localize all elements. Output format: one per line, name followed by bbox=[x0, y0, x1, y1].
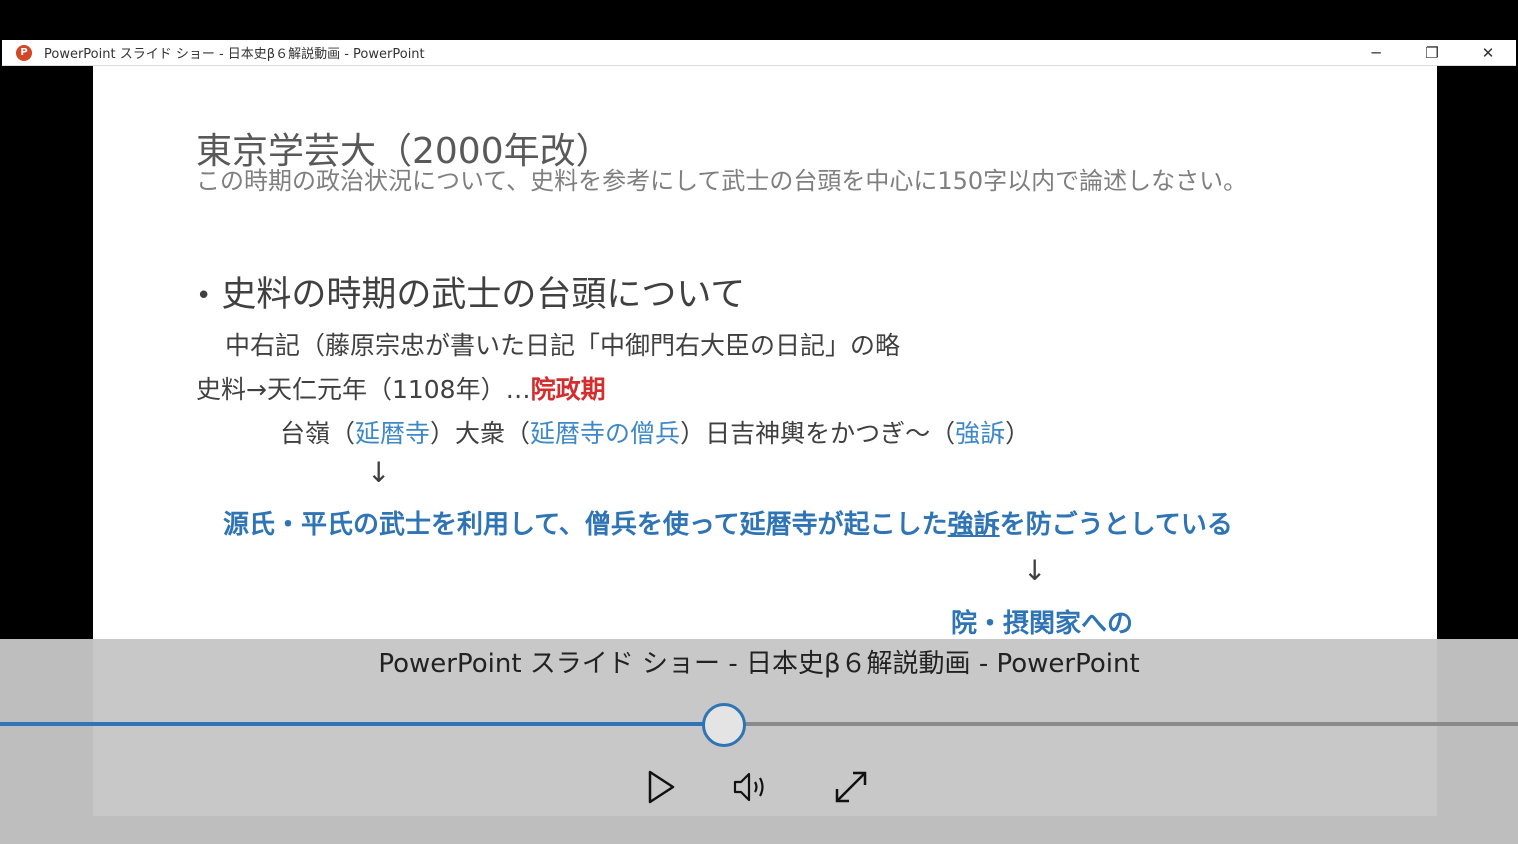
quote-text-1: 台嶺（ bbox=[280, 419, 356, 448]
conclusion-prefix: 源氏・平氏の武士を利用して、僧兵を使って延暦寺が起こした bbox=[223, 510, 948, 540]
close-button[interactable]: ✕ bbox=[1460, 40, 1516, 65]
quote-line: 台嶺（延暦寺）大衆（延暦寺の僧兵）日吉神輿をかつぎ～（強訴） bbox=[280, 414, 1030, 450]
play-icon bbox=[648, 770, 675, 804]
quote-text-3: ）日吉神輿をかつぎ～（ bbox=[680, 419, 956, 448]
fullscreen-icon bbox=[835, 771, 867, 803]
conclusion-suffix: を防ごうとしている bbox=[999, 510, 1233, 540]
play-button[interactable] bbox=[638, 764, 684, 810]
bullet-heading-text: 史料の時期の武士の台頭について bbox=[221, 275, 746, 315]
powerpoint-app-icon: P bbox=[16, 44, 32, 61]
down-arrow-1: ↓ bbox=[367, 456, 391, 489]
video-caption: PowerPoint スライド ショー - 日本史β６解説動画 - PowerP… bbox=[378, 649, 1140, 679]
window-title: PowerPoint スライド ショー - 日本史β６解説動画 - PowerP… bbox=[44, 47, 425, 62]
quote-text-4: ） bbox=[1005, 419, 1031, 448]
period-emphasis: 院政期 bbox=[530, 375, 606, 404]
fullscreen-button[interactable] bbox=[828, 764, 874, 810]
volume-button[interactable] bbox=[728, 764, 774, 810]
slide-question: この時期の政治状況について、史料を参考にして武士の台頭を中心に150字以内で論述… bbox=[196, 167, 1248, 195]
volume-icon bbox=[733, 772, 764, 802]
minimize-button[interactable]: ─ bbox=[1348, 40, 1404, 65]
conclusion-underlined: 強訴 bbox=[947, 510, 1000, 540]
seek-progress bbox=[0, 722, 723, 726]
quote-note-3: 強訴 bbox=[955, 419, 1006, 448]
down-arrow-2: ↓ bbox=[1023, 554, 1047, 587]
period-line-prefix: 史料→天仁元年（1108年）… bbox=[196, 375, 531, 404]
source-line: 中右記（藤原宗忠が書いた日記「中御門右大臣の日記」の略 bbox=[225, 331, 901, 360]
conclusion-line: 源氏・平氏の武士を利用して、僧兵を使って延暦寺が起こした強訴を防ごうとしている bbox=[223, 504, 1233, 541]
continuation-line: 院・摂関家への bbox=[951, 609, 1134, 639]
window-controls: ─ ❐ ✕ bbox=[1348, 40, 1516, 65]
window-titlebar: P PowerPoint スライド ショー - 日本史β６解説動画 - Powe… bbox=[2, 40, 1516, 66]
bullet-heading: • 史料の時期の武士の台頭について bbox=[196, 266, 745, 317]
bullet-dot: • bbox=[196, 281, 212, 311]
seek-thumb[interactable] bbox=[701, 703, 746, 747]
restore-button[interactable]: ❐ bbox=[1404, 40, 1460, 65]
quote-text-2: ）大衆（ bbox=[430, 419, 531, 448]
quote-note-1: 延暦寺 bbox=[355, 419, 431, 448]
seek-track[interactable] bbox=[0, 722, 1518, 726]
period-line: 史料→天仁元年（1108年）…院政期 bbox=[196, 370, 606, 406]
quote-note-2: 延暦寺の僧兵 bbox=[530, 419, 681, 448]
